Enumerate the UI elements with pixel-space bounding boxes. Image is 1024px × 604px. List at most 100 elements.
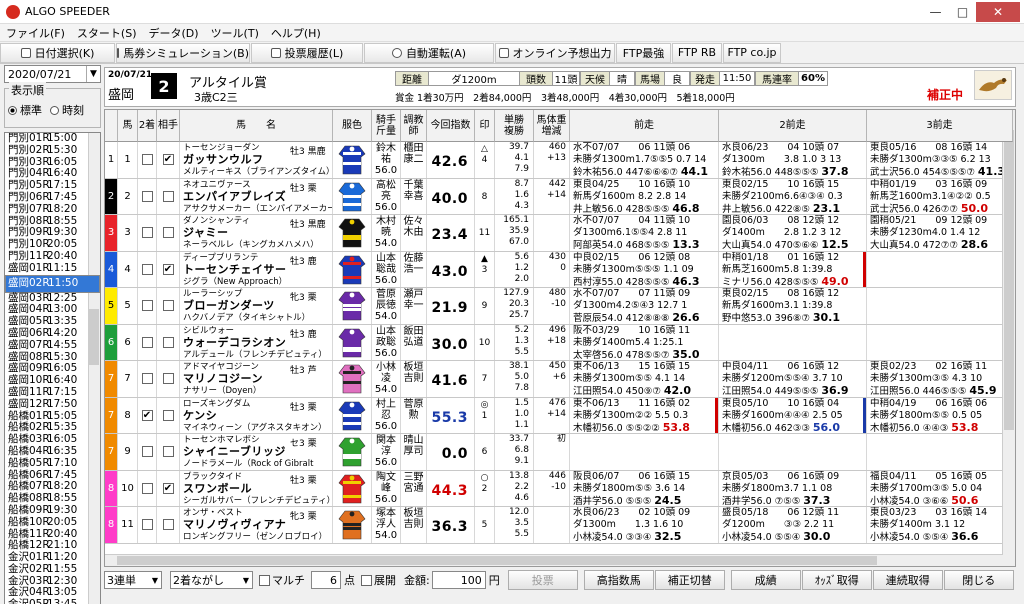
prediction-mark[interactable]: ▲ 3	[475, 252, 494, 276]
prediction-mark[interactable]: 5	[475, 507, 494, 531]
table-row[interactable]: 7 7 アドマイヤコジーン マリノコジーン ナサリー（Doyen） 牡3 芦小林 凌 54…	[105, 361, 1013, 398]
ticket-simulation-button[interactable]: 馬券シミュレーション(B)	[116, 42, 250, 63]
partner-checkbox[interactable]	[162, 227, 174, 238]
ftp-co-button[interactable]: FTP co.jp	[723, 42, 781, 63]
column-header-partner[interactable]: 相手	[157, 110, 180, 142]
expand-checkbox[interactable]	[361, 574, 372, 586]
table-row[interactable]: 4 4 ✔ ディープブリランテ トーセンチェイサー ジグラ（New Approach） 牡3…	[105, 251, 1013, 288]
date-select-button[interactable]: 日付選択(K)	[0, 42, 115, 63]
table-horizontal-scrollbar[interactable]	[105, 554, 1003, 566]
ftp-best-button[interactable]: FTP最強	[616, 42, 671, 63]
second-checkbox[interactable]	[141, 263, 153, 275]
prediction-mark[interactable]: 10	[475, 325, 494, 349]
prediction-mark[interactable]: 6	[475, 434, 494, 458]
column-header-prev3[interactable]: 3前走	[867, 110, 1013, 142]
column-header-silk[interactable]: 服色	[333, 110, 372, 142]
menu-item[interactable]: データ(D)	[143, 25, 205, 41]
column-header-frame[interactable]	[105, 110, 118, 142]
partner-checkbox[interactable]: ✔	[162, 482, 174, 494]
scroll-thumb[interactable]	[1004, 130, 1014, 430]
second-checkbox[interactable]	[141, 336, 153, 348]
odds-fetch-button[interactable]: ｵｯｽﾞ取得	[801, 570, 872, 590]
online-prediction-button[interactable]: オンライン予想出力	[495, 42, 615, 63]
column-header-weight[interactable]: 馬体重 増減	[534, 110, 570, 142]
race-list-item[interactable]: 金沢05R13:45	[5, 598, 100, 604]
minimize-icon[interactable]: —	[922, 2, 949, 22]
correction-switch-button[interactable]: 補正切替	[654, 570, 725, 590]
prediction-mark[interactable]: ○ 2	[475, 471, 494, 495]
partner-checkbox[interactable]: ✔	[162, 154, 174, 165]
column-header-mark[interactable]: 印	[475, 110, 495, 142]
column-header-prev2[interactable]: 2前走	[719, 110, 867, 142]
second-checkbox[interactable]	[141, 519, 153, 530]
table-row[interactable]: 6 6 シビルウォー ウォーデコラシオン アルデュール（フレンチデピュティ） 牡3 鹿山本…	[105, 324, 1013, 361]
column-header-odds[interactable]: 単勝 複勝	[495, 110, 534, 142]
bet-type-dropdown[interactable]: 3連単 ▼	[104, 571, 162, 589]
ftp-rb-button[interactable]: FTP RB	[672, 42, 722, 63]
partner-checkbox[interactable]	[162, 409, 174, 421]
partner-checkbox[interactable]	[162, 300, 174, 311]
table-row[interactable]: 5 5 ルーラーシップ ブローガンダーツ ハクバノデア（タイキシャトル） 牝3 栗菅原 辰…	[105, 288, 1013, 325]
order-standard-radio[interactable]: 標準	[8, 102, 42, 118]
table-row[interactable]: 3 3 ダノンシャンティ ジャミー ネーラベルレ（キングカメハメハ） 牡3 黒鹿 木村 暁 …	[105, 215, 1013, 252]
dam-name: シーガルサバー（フレンチデピュティ）	[183, 495, 333, 506]
order-time-radio[interactable]: 時刻	[50, 102, 84, 118]
column-header-jockey[interactable]: 騎手 斤量	[372, 110, 401, 142]
race-list-item[interactable]: 盛岡01R 11:15	[5, 262, 100, 275]
table-row[interactable]: 8 10 ✔ ブラックタイド スワンボール シーガルサバー（フレンチデピュティ） 牡3 栗陶…	[105, 470, 1013, 507]
prediction-mark[interactable]: △ 4	[475, 142, 494, 166]
column-header-trainer[interactable]: 調教 師	[401, 110, 427, 142]
partner-checkbox[interactable]	[162, 336, 174, 348]
date-dropdown[interactable]: 2020/07/21 ▼	[4, 65, 101, 83]
second-checkbox[interactable]	[141, 482, 153, 494]
partner-checkbox[interactable]	[162, 373, 174, 384]
column-header-no[interactable]: 馬	[118, 110, 138, 142]
table-vertical-scrollbar[interactable]	[1002, 110, 1015, 566]
prediction-mark[interactable]: 8	[475, 179, 494, 203]
second-checkbox[interactable]	[141, 190, 153, 202]
bet-mode-dropdown[interactable]: 2着ながし ▼	[170, 571, 253, 589]
second-checkbox[interactable]	[141, 373, 153, 384]
table-row[interactable]: 1 1 ✔ トーセンジョーダン ガッサンウルフ メルティーキス（ブライアンズタイム） 牡3 …	[105, 142, 1013, 179]
race-list[interactable]: 門別01R 15:00 門別02R 15:30 門別03R 16:05 門別04R 16:40…	[4, 132, 101, 604]
column-header-name[interactable]: 馬 名	[180, 110, 333, 142]
column-header-second[interactable]: 2着	[138, 110, 157, 142]
prediction-mark[interactable]: 9	[475, 288, 494, 312]
column-header-index[interactable]: 今回指数	[427, 110, 475, 142]
partner-checkbox[interactable]	[162, 446, 174, 457]
table-row[interactable]: 7 9 トーセンホマレボシ シャイニーブリッジ ノードラメール（Rock of Gibr…	[105, 434, 1013, 471]
table-row[interactable]: 7 8 ✔ ローズキングダム ケンシ マイネウィーン（アグネスタキオン） 牡3 栗村上 忍 …	[105, 397, 1013, 434]
auto-vote-button[interactable]: 自動運転(A)	[364, 42, 494, 63]
second-checkbox[interactable]	[141, 227, 153, 238]
table-row[interactable]: 2 2 ネオユニヴァース エンパイアブレイズ アサクサメーカー（エンパイアメーカー） 牡3…	[105, 178, 1013, 215]
amount-field[interactable]: 100	[431, 571, 486, 589]
scroll-thumb[interactable]	[117, 556, 877, 565]
race-list-item[interactable]: 盛岡02R 11:50	[5, 274, 100, 293]
second-checkbox[interactable]	[141, 154, 153, 165]
close-button[interactable]: 閉じる	[943, 570, 1014, 590]
partner-checkbox[interactable]: ✔	[162, 263, 174, 275]
second-checkbox[interactable]: ✔	[141, 409, 153, 421]
prediction-mark[interactable]: ◎ 1	[475, 398, 494, 422]
menu-item[interactable]: ヘルプ(H)	[265, 25, 327, 41]
partner-checkbox[interactable]	[162, 190, 174, 202]
prediction-mark[interactable]: 11	[475, 215, 494, 239]
continuous-fetch-button[interactable]: 連続取得	[872, 570, 943, 590]
vote-history-button[interactable]: 投票履歴(L)	[251, 42, 363, 63]
results-button[interactable]: 成績	[730, 570, 801, 590]
menu-item[interactable]: ツール(T)	[205, 25, 265, 41]
vote-button[interactable]: 投票	[507, 570, 578, 590]
close-icon[interactable]: ✕	[976, 1, 1020, 22]
points-field[interactable]: 6	[311, 571, 341, 589]
high-index-button[interactable]: 高指数馬	[583, 570, 654, 590]
maximize-icon[interactable]: □	[949, 2, 976, 22]
second-checkbox[interactable]	[141, 446, 153, 457]
table-row[interactable]: 8 11 オンザ・ベスト マリノヴィヴィアナ ロンギングフリー（ゼンノロブロイ） 牝3 栗…	[105, 507, 1013, 544]
multi-checkbox[interactable]	[259, 574, 270, 586]
partner-checkbox[interactable]	[162, 519, 174, 530]
menu-item[interactable]: ファイル(F)	[0, 25, 71, 41]
menu-item[interactable]: スタート(S)	[71, 25, 143, 41]
second-checkbox[interactable]	[141, 300, 153, 311]
prediction-mark[interactable]: 7	[475, 361, 494, 385]
column-header-prev1[interactable]: 前走	[570, 110, 719, 142]
